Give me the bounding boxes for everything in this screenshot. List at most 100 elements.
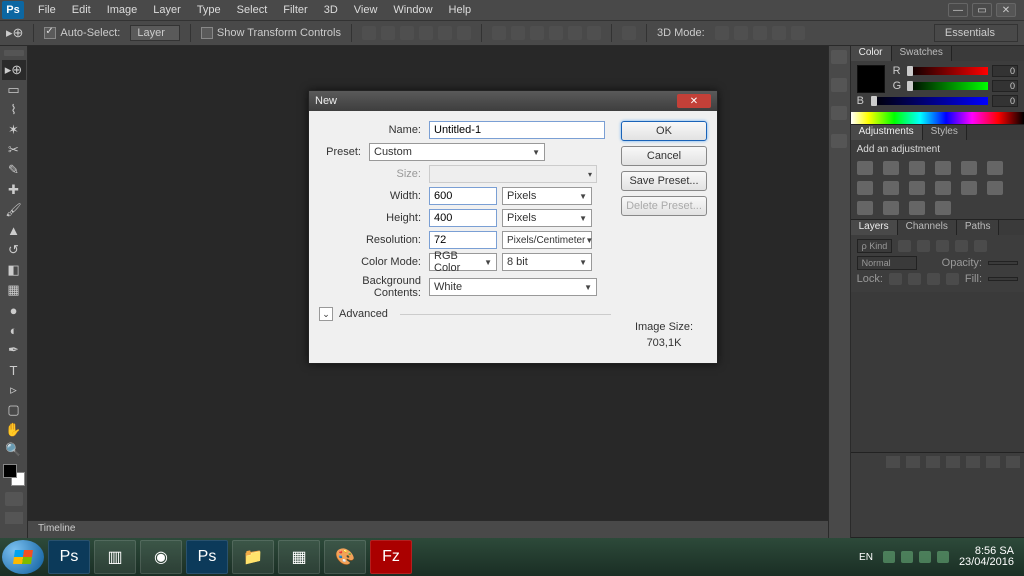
tray-icon[interactable] bbox=[919, 551, 931, 563]
align-icon[interactable] bbox=[381, 26, 395, 40]
auto-select-checkbox[interactable]: Auto-Select: bbox=[44, 27, 120, 39]
foreground-color[interactable] bbox=[3, 464, 17, 478]
layers-list[interactable] bbox=[851, 292, 1024, 452]
show-transform-checkbox[interactable]: Show Transform Controls bbox=[201, 27, 341, 39]
taskbar-app[interactable]: ▦ bbox=[278, 540, 320, 574]
filter-icon[interactable] bbox=[898, 240, 911, 252]
tray-icon[interactable] bbox=[937, 551, 949, 563]
preset-dropdown[interactable]: Custom▼ bbox=[369, 143, 545, 161]
adjustment-icon[interactable] bbox=[909, 161, 925, 175]
blur-tool[interactable]: ● bbox=[2, 300, 26, 320]
mask-icon[interactable] bbox=[926, 456, 940, 468]
properties-panel-icon[interactable] bbox=[831, 78, 847, 92]
lock-icon[interactable] bbox=[927, 273, 940, 285]
trash-icon[interactable] bbox=[1006, 456, 1020, 468]
width-input[interactable] bbox=[429, 187, 497, 205]
align-icon[interactable] bbox=[400, 26, 414, 40]
tab-channels[interactable]: Channels bbox=[898, 220, 957, 235]
adjustment-icon[interactable] bbox=[857, 161, 873, 175]
menu-edit[interactable]: Edit bbox=[64, 2, 99, 18]
menu-select[interactable]: Select bbox=[229, 2, 276, 18]
hand-tool[interactable]: ✋ bbox=[2, 420, 26, 440]
dodge-tool[interactable]: ◐ bbox=[2, 320, 26, 340]
fx-icon[interactable] bbox=[906, 456, 920, 468]
tab-paths[interactable]: Paths bbox=[957, 220, 1000, 235]
fill-value[interactable] bbox=[988, 277, 1018, 281]
opacity-value[interactable] bbox=[988, 261, 1018, 265]
spectrum-bar[interactable] bbox=[851, 112, 1024, 124]
taskbar-filezilla[interactable]: Fz bbox=[370, 540, 412, 574]
adjustment-icon[interactable] bbox=[909, 181, 925, 195]
adjustment-layer-icon[interactable] bbox=[946, 456, 960, 468]
adjustment-icon[interactable] bbox=[987, 161, 1003, 175]
distribute-icon[interactable] bbox=[587, 26, 601, 40]
menu-image[interactable]: Image bbox=[99, 2, 146, 18]
taskbar-folder[interactable]: 📁 bbox=[232, 540, 274, 574]
3d-icon[interactable] bbox=[791, 26, 805, 40]
distribute-icon[interactable] bbox=[530, 26, 544, 40]
dialog-titlebar[interactable]: New ✕ bbox=[309, 91, 717, 111]
character-panel-icon[interactable] bbox=[831, 106, 847, 120]
adjustment-icon[interactable] bbox=[987, 181, 1003, 195]
adjustment-icon[interactable] bbox=[935, 181, 951, 195]
timeline-panel-collapsed[interactable]: Timeline bbox=[28, 520, 828, 538]
filter-icon[interactable] bbox=[936, 240, 949, 252]
maximize-button[interactable]: ▭ bbox=[972, 3, 992, 17]
align-icon[interactable] bbox=[457, 26, 471, 40]
resolution-input[interactable] bbox=[429, 231, 497, 249]
adjustment-icon[interactable] bbox=[961, 161, 977, 175]
tab-layers[interactable]: Layers bbox=[851, 220, 898, 235]
filter-icon[interactable] bbox=[974, 240, 987, 252]
filter-icon[interactable] bbox=[917, 240, 930, 252]
distribute-icon[interactable] bbox=[549, 26, 563, 40]
stamp-tool[interactable]: ▲ bbox=[2, 220, 26, 240]
language-indicator[interactable]: EN bbox=[859, 552, 873, 563]
lock-icon[interactable] bbox=[908, 273, 921, 285]
g-slider[interactable] bbox=[907, 82, 988, 90]
auto-align-icon[interactable] bbox=[622, 26, 636, 40]
lasso-tool[interactable]: ⌇ bbox=[2, 100, 26, 120]
dialog-close-button[interactable]: ✕ bbox=[677, 94, 711, 108]
tray-icon[interactable] bbox=[901, 551, 913, 563]
lock-icon[interactable] bbox=[889, 273, 902, 285]
save-preset-button[interactable]: Save Preset... bbox=[621, 171, 707, 191]
shape-tool[interactable]: ▢ bbox=[2, 400, 26, 420]
menu-view[interactable]: View bbox=[346, 2, 386, 18]
taskbar-explorer[interactable]: ▥ bbox=[94, 540, 136, 574]
type-tool[interactable]: T bbox=[2, 360, 26, 380]
adjustment-icon[interactable] bbox=[961, 181, 977, 195]
menu-layer[interactable]: Layer bbox=[145, 2, 189, 18]
quick-mask-toggle[interactable] bbox=[5, 492, 23, 506]
taskbar-photoshop-2[interactable]: Ps bbox=[186, 540, 228, 574]
move-tool[interactable]: ▸⊕ bbox=[2, 60, 26, 80]
workspace-switcher[interactable]: Essentials bbox=[934, 24, 1018, 42]
tray-icon[interactable] bbox=[883, 551, 895, 563]
new-layer-icon[interactable] bbox=[986, 456, 1000, 468]
menu-type[interactable]: Type bbox=[189, 2, 229, 18]
r-value[interactable]: 0 bbox=[992, 65, 1018, 77]
filter-icon[interactable] bbox=[955, 240, 968, 252]
distribute-icon[interactable] bbox=[511, 26, 525, 40]
zoom-tool[interactable]: 🔍 bbox=[2, 440, 26, 460]
taskbar-chrome[interactable]: ◉ bbox=[140, 540, 182, 574]
start-button[interactable] bbox=[2, 540, 44, 574]
r-slider[interactable] bbox=[907, 67, 988, 75]
adjustment-icon[interactable] bbox=[883, 201, 899, 215]
width-unit-dropdown[interactable]: Pixels▼ bbox=[502, 187, 592, 205]
blend-mode-dropdown[interactable]: Normal bbox=[857, 256, 917, 270]
link-layers-icon[interactable] bbox=[886, 456, 900, 468]
3d-icon[interactable] bbox=[715, 26, 729, 40]
resolution-unit-dropdown[interactable]: Pixels/Centimeter▼ bbox=[502, 231, 592, 249]
height-unit-dropdown[interactable]: Pixels▼ bbox=[502, 209, 592, 227]
adjustment-icon[interactable] bbox=[883, 161, 899, 175]
align-icon[interactable] bbox=[438, 26, 452, 40]
3d-icon[interactable] bbox=[753, 26, 767, 40]
info-panel-icon[interactable] bbox=[831, 134, 847, 148]
quick-select-tool[interactable]: ✶ bbox=[2, 120, 26, 140]
taskbar-paint[interactable]: 🎨 bbox=[324, 540, 366, 574]
healing-tool[interactable]: ✚ bbox=[2, 180, 26, 200]
bg-contents-dropdown[interactable]: White▼ bbox=[429, 278, 597, 296]
crop-tool[interactable]: ✂ bbox=[2, 140, 26, 160]
name-input[interactable] bbox=[429, 121, 605, 139]
color-preview[interactable] bbox=[857, 65, 885, 93]
